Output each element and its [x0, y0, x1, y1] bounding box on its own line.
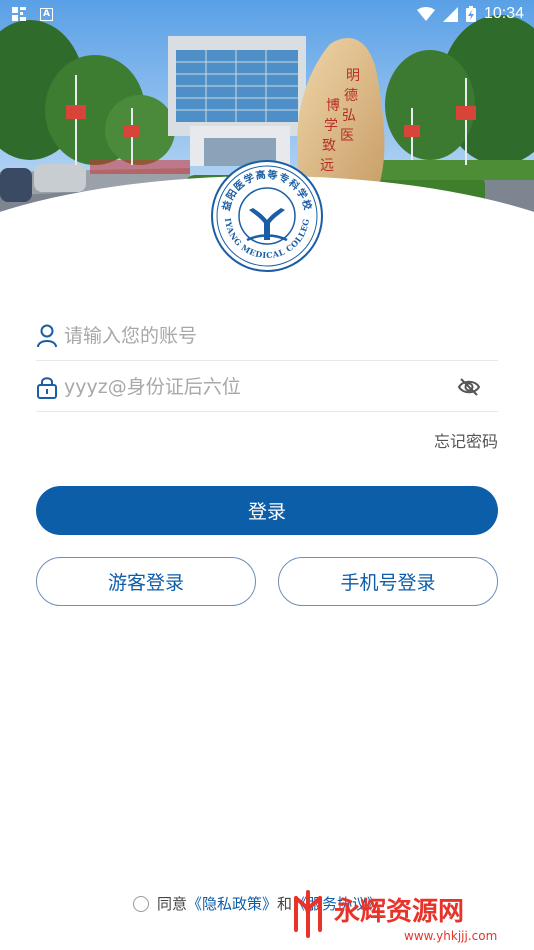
svg-text:学: 学: [324, 118, 338, 134]
account-input[interactable]: [64, 315, 498, 356]
signal-icon: [442, 6, 458, 22]
guest-login-button[interactable]: 游客登录: [36, 557, 256, 606]
privacy-policy-link[interactable]: 《隐私政策》: [187, 893, 277, 914]
watermark-name: 永辉资源网: [334, 897, 464, 927]
wifi-icon: [416, 7, 435, 21]
svg-text:明: 明: [346, 68, 360, 84]
battery-icon: [465, 6, 476, 22]
eye-off-icon[interactable]: [456, 374, 482, 400]
svg-text:致: 致: [322, 138, 336, 154]
qr-scan-icon: [12, 7, 26, 21]
status-time: 10:34: [483, 5, 524, 22]
college-logo: 益阳医学高等专科学校 YIYANG MEDICAL COLLEGE: [207, 152, 323, 272]
svg-text:弘: 弘: [342, 108, 356, 124]
password-input[interactable]: [64, 366, 456, 407]
status-bar: A 10:34: [0, 0, 534, 28]
lock-icon: [36, 375, 58, 399]
forgot-password-link[interactable]: 忘记密码: [434, 428, 498, 452]
account-field[interactable]: [36, 311, 498, 361]
user-icon: [36, 324, 58, 348]
password-field[interactable]: [36, 362, 498, 412]
svg-text:医: 医: [340, 128, 354, 144]
svg-text:德: 德: [344, 88, 358, 104]
watermark-url: www.yhkjjj.com: [404, 929, 497, 943]
agree-prefix: 同意: [157, 895, 188, 913]
agree-radio[interactable]: [133, 895, 149, 912]
login-button[interactable]: 登录: [36, 486, 498, 535]
svg-text:博: 博: [326, 97, 340, 114]
app-a-icon: A: [40, 7, 53, 21]
phone-login-button[interactable]: 手机号登录: [278, 557, 498, 606]
watermark-logo: 永辉资源网 www.yhkjjj.com: [286, 884, 526, 944]
